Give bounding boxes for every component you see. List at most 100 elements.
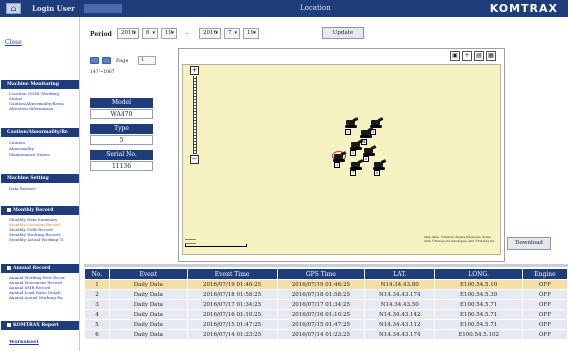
- sidebar-link-monthly-actual[interactable]: Monthly Actual Working Ti: [9, 237, 79, 242]
- col-long[interactable]: LONG.: [434, 268, 524, 280]
- sidebar-section-machine-setting: Machine Setting: [1, 174, 79, 183]
- sidebar-link-abnormality[interactable]: Abnormality: [9, 146, 79, 151]
- table-row[interactable]: 2 Daily Data 2016/07/18 01:58:25 2016/07…: [84, 289, 568, 300]
- table-header-row: No. Event Event Time GPS Time LAT. LONG.…: [84, 268, 568, 280]
- cell-engine: OFF: [522, 289, 568, 300]
- cell-event-time: 2016/07/19 01:46:25: [186, 279, 278, 290]
- cell-event: Daily Data: [108, 279, 188, 290]
- from-day-select[interactable]: 19: [161, 28, 177, 39]
- table-divider: [84, 264, 568, 267]
- model-value: WA470: [90, 109, 153, 119]
- to-day-select[interactable]: 19: [243, 28, 259, 39]
- home-icon[interactable]: ⌂: [6, 3, 21, 14]
- col-gps-time[interactable]: GPS Time: [276, 268, 366, 280]
- marker-label: 8: [374, 170, 381, 176]
- cell-no: 1: [84, 279, 110, 290]
- cell-lat: N14.34.43.80: [364, 279, 436, 290]
- map-scale-bar: [185, 244, 247, 247]
- map-tool-zoom-icon[interactable]: +: [462, 51, 472, 61]
- machine-marker-icon[interactable]: [363, 145, 377, 156]
- close-link[interactable]: Close: [5, 39, 22, 46]
- cell-event-time: 2016/07/16 01:10:25: [186, 309, 278, 320]
- col-lat[interactable]: LAT.: [364, 268, 436, 280]
- prev-page-button[interactable]: [90, 57, 99, 64]
- sidebar-section-annual-record: Annual Record: [1, 264, 79, 273]
- zoom-slider[interactable]: [193, 76, 197, 154]
- sidebar-link-annual-actual[interactable]: Annual Actual Working Ra: [9, 295, 79, 300]
- next-page-button[interactable]: [102, 57, 111, 64]
- event-table: No. Event Event Time GPS Time LAT. LONG.…: [84, 268, 568, 340]
- col-engine[interactable]: Engine: [522, 268, 568, 280]
- page-label: Page: [116, 58, 129, 64]
- cell-gps-time: 2016/07/18 01:58:25: [276, 289, 366, 300]
- section-square-icon: [7, 322, 11, 327]
- model-label: Model: [90, 98, 153, 108]
- map-tool-layer-icon[interactable]: ▦: [486, 51, 496, 61]
- cell-engine: OFF: [522, 279, 568, 290]
- cell-long: E100.54.5.39: [434, 289, 524, 300]
- cell-engine: OFF: [522, 319, 568, 330]
- from-year-select[interactable]: 2016: [117, 28, 139, 39]
- table-row[interactable]: 5 Daily Data 2016/07/15 01:47:25 2016/07…: [84, 319, 568, 330]
- serial-label: Serial No.: [90, 150, 153, 160]
- page-range: 147～1067: [90, 70, 115, 75]
- col-event[interactable]: Event: [108, 268, 188, 280]
- to-year-select[interactable]: 2016: [199, 28, 221, 39]
- cell-long: E100.54.5.71: [434, 299, 524, 310]
- sidebar: Close: [0, 17, 80, 351]
- machine-marker-icon[interactable]: [333, 151, 347, 162]
- type-label: Type: [90, 124, 153, 134]
- cell-event: Daily Data: [108, 309, 188, 320]
- komtrax-logo: KOMTRAX: [489, 2, 558, 15]
- cell-gps-time: 2016/07/17 01:34:25: [276, 299, 366, 310]
- cell-lat: N14.34.43.174: [364, 329, 436, 340]
- map-tool-select-icon[interactable]: ▣: [450, 51, 460, 61]
- table-row[interactable]: 1 Daily Data 2016/07/19 01:46:25 2016/07…: [84, 279, 568, 290]
- cell-long: E100.54.5.71: [434, 319, 524, 330]
- cell-gps-time: 2016/07/14 01:23:25: [276, 329, 366, 340]
- sidebar-link-data-restore[interactable]: Data Restore: [9, 186, 79, 191]
- update-button[interactable]: Update: [322, 27, 364, 39]
- zoom-in-button[interactable]: +: [190, 66, 199, 75]
- cell-event: Daily Data: [108, 319, 188, 330]
- serial-value: 11136: [90, 161, 153, 171]
- sidebar-link-maintenance[interactable]: Maintenance Status: [9, 152, 79, 157]
- machine-marker-icon[interactable]: [373, 159, 387, 170]
- login-user-label: Login User: [32, 4, 75, 13]
- top-bar: ⌂ Login User Location KOMTRAX: [0, 0, 568, 17]
- sidebar-section-komtrax-report: KOMTRAX Report: [1, 321, 79, 330]
- cell-event-time: 2016/07/14 01:23:25: [186, 329, 278, 340]
- table-row[interactable]: 6 Daily Data 2016/07/14 01:23:25 2016/07…: [84, 329, 568, 340]
- download-button[interactable]: Download: [507, 237, 551, 250]
- cell-event-time: 2016/07/15 01:47:25: [186, 319, 278, 330]
- from-month-select[interactable]: 6: [142, 28, 158, 39]
- cell-gps-time: 2016/07/19 01:46:25: [276, 279, 366, 290]
- marker-label: 7: [350, 170, 357, 176]
- zoom-out-button[interactable]: −: [190, 155, 199, 164]
- cell-long: E100.54.5.102: [434, 329, 524, 340]
- cell-engine: OFF: [522, 299, 568, 310]
- map-scale-label: ▁▁▁▁ ▁▁▁▁: [185, 236, 196, 244]
- col-event-time[interactable]: Event Time: [186, 268, 278, 280]
- machine-marker-icon[interactable]: [350, 159, 364, 170]
- cell-event: Daily Data: [108, 289, 188, 300]
- to-month-select[interactable]: 7: [224, 28, 240, 39]
- cell-event: Daily Data: [108, 329, 188, 340]
- machine-marker-icon[interactable]: [345, 117, 359, 128]
- sidebar-link-caution[interactable]: Caution: [9, 140, 79, 145]
- table-row[interactable]: 3 Daily Data 2016/07/17 01:34:25 2016/07…: [84, 299, 568, 310]
- page-select[interactable]: 1: [138, 56, 156, 65]
- sidebar-section-machine-monitoring: Machine Monitoring: [1, 80, 79, 89]
- sidebar-link-attention[interactable]: Attention Information: [9, 106, 79, 111]
- map-tool-print-icon[interactable]: ▤: [474, 51, 484, 61]
- sidebar-section-caution: Caution/Abnormality/Re: [1, 128, 79, 137]
- section-square-icon: [7, 265, 11, 270]
- cell-engine: OFF: [522, 309, 568, 320]
- machine-marker-icon[interactable]: [350, 139, 364, 150]
- sidebar-section-monthly-record: Monthly Record: [1, 206, 79, 215]
- col-no[interactable]: No.: [84, 268, 110, 280]
- table-row[interactable]: 4 Daily Data 2016/07/16 01:10:25 2016/07…: [84, 309, 568, 320]
- cell-lat: N14.34.43.50: [364, 299, 436, 310]
- sidebar-link-worksheet[interactable]: Worksheet: [9, 340, 79, 345]
- machine-marker-icon[interactable]: [360, 127, 374, 138]
